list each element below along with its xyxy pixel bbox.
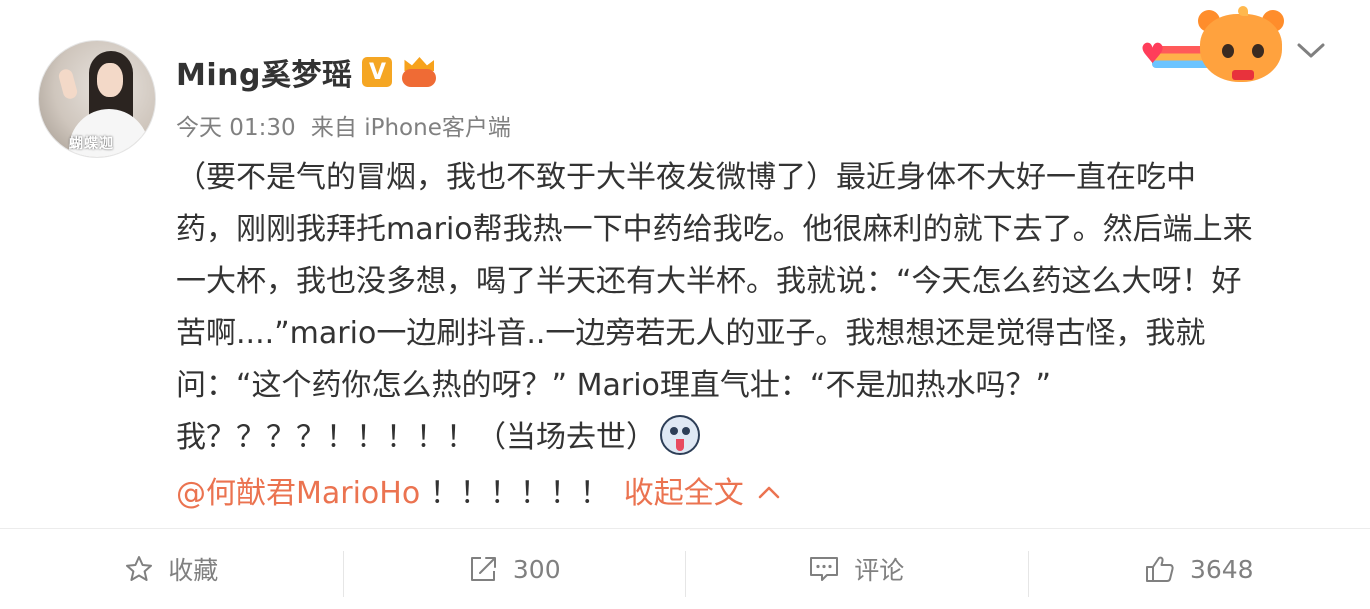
avatar-hand: [57, 68, 78, 101]
action-bar: 收藏 300 评论 3648: [0, 528, 1370, 609]
post-time[interactable]: 今天 01:30: [176, 115, 296, 141]
comment-label: 评论: [854, 551, 904, 587]
weibo-post-card: 蝴蝶迦 Ming奚梦瑶 V 今天 01:30 来自 iPhone客户端 ♥ （要…: [0, 0, 1370, 608]
post-text-line: 药，刚刚我拜托mario帮我热一下中药给我吃。他很麻利的就下去了。然后端上来: [176, 204, 1326, 256]
post-source: 来自 iPhone客户端: [311, 115, 511, 141]
avatar-face: [97, 63, 123, 97]
verified-badge-icon: V: [362, 57, 392, 87]
avatar-watermark: 蝴蝶迦: [69, 133, 114, 153]
repost-count: 300: [513, 555, 561, 584]
post-text-line-last: 我？？？？！！！！！（当场去世）: [176, 412, 1326, 464]
collapse-button[interactable]: 收起全文: [624, 476, 744, 511]
dizzy-face-emoji-icon: [660, 415, 700, 455]
mention-link[interactable]: @何猷君MarioHo: [176, 476, 420, 511]
favorite-button[interactable]: 收藏: [0, 529, 343, 609]
like-button[interactable]: 3648: [1028, 529, 1370, 609]
comment-bubble-icon: [808, 554, 840, 584]
post-text-line: 一大杯，我也没多想，喝了半天还有大半杯。我就说：“今天怎么药这么大呀！好: [176, 256, 1326, 308]
post-body: （要不是气的冒烟，我也不致于大半夜发微博了）最近身体不大好一直在吃中 药，刚刚我…: [176, 152, 1326, 520]
mention-trailing-text: ！！！！！！: [420, 476, 610, 511]
post-text-line: 苦啊....”mario一边刷抖音..一边旁若无人的亚子。我想想还是觉得古怪，我…: [176, 308, 1326, 360]
crown-level-icon: [400, 57, 438, 87]
repost-button[interactable]: 300: [343, 529, 686, 609]
post-text-line: 问：“这个药你怎么热的呀？” Mario理直气壮：“不是加热水吗？”: [176, 360, 1326, 412]
post-text-line: 我？？？？！！！！！（当场去世）: [176, 420, 656, 455]
bear-rainbow-sticker: ♥: [1136, 6, 1286, 86]
comment-button[interactable]: 评论: [685, 529, 1028, 609]
like-count: 3648: [1190, 555, 1254, 584]
thumbs-up-icon: [1144, 554, 1176, 584]
favorite-label: 收藏: [168, 551, 218, 587]
avatar[interactable]: 蝴蝶迦: [38, 40, 156, 158]
star-outline-icon: [124, 554, 154, 584]
author-name[interactable]: Ming奚梦瑶: [176, 50, 352, 94]
author-row: Ming奚梦瑶 V: [176, 52, 438, 92]
chevron-up-icon[interactable]: [758, 464, 780, 516]
post-meta: 今天 01:30 来自 iPhone客户端: [176, 108, 519, 142]
mention-row: @何猷君MarioHo ！！！！！！ 收起全文: [176, 464, 1326, 520]
chevron-down-icon[interactable]: [1296, 36, 1326, 66]
post-text-line: （要不是气的冒烟，我也不致于大半夜发微博了）最近身体不大好一直在吃中: [176, 152, 1326, 204]
share-arrow-icon: [467, 554, 499, 584]
